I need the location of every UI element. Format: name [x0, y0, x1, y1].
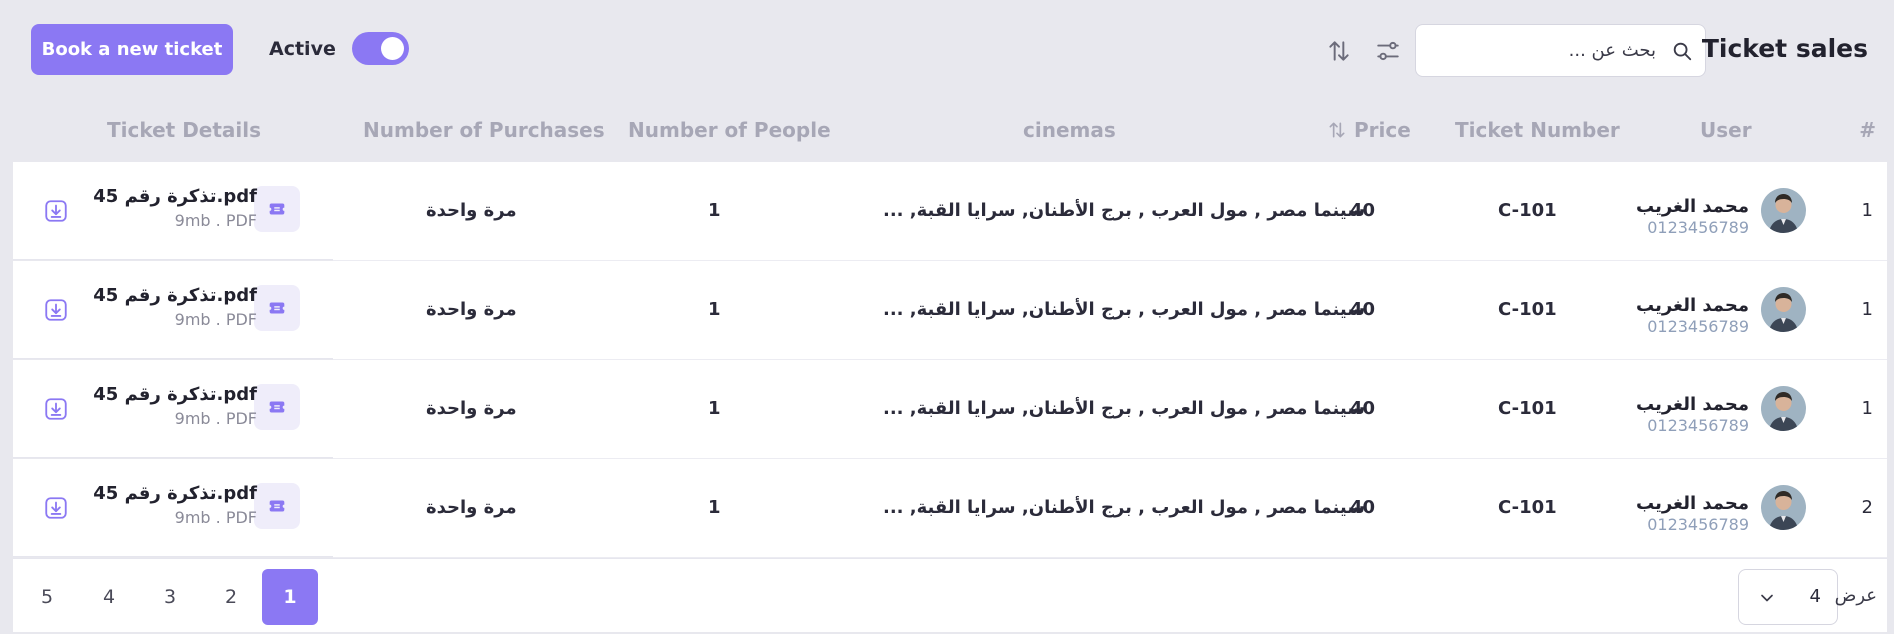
- column-header-details: Ticket Details: [107, 118, 262, 142]
- active-label: Active: [269, 38, 336, 60]
- user-name: محمد الغريب: [1636, 394, 1749, 415]
- user-name: محمد الغريب: [1636, 295, 1749, 316]
- ticket-icon: [254, 384, 300, 430]
- people-count: 1: [708, 398, 721, 419]
- cinemas: سينما مصر , مول العرب , برج الأطنان, سرا…: [883, 200, 1365, 221]
- avatar: [1761, 386, 1806, 431]
- user-phone: 0123456789: [1647, 515, 1749, 534]
- page-5[interactable]: 5: [19, 569, 75, 625]
- file-name: تذكرة رقم 45.pdf: [93, 285, 257, 306]
- row-number: 2: [1861, 497, 1873, 518]
- download-icon[interactable]: [43, 495, 69, 521]
- per-page-select[interactable]: 4: [1738, 569, 1838, 625]
- pagination-bar: 5 4 3 2 1 4 عرض: [13, 558, 1887, 632]
- column-header-price-label: Price: [1353, 118, 1411, 142]
- table-header: # User Ticket Number Price cinemas Numbe…: [0, 110, 1894, 160]
- column-header-cinemas: cinemas: [1023, 118, 1116, 142]
- active-toggle[interactable]: [352, 32, 409, 65]
- column-header-ticket-number: Ticket Number: [1455, 118, 1620, 142]
- file-size: 9mb . PDF: [174, 310, 257, 329]
- user-phone: 0123456789: [1647, 317, 1749, 336]
- purchase-count: مرة واحدة: [426, 200, 517, 221]
- ticket-number: C-101: [1498, 200, 1557, 221]
- book-new-ticket-button[interactable]: Book a new ticket: [31, 24, 233, 75]
- table-row: 1 محمد الغريب 0123456789 C-101 40 سينما …: [13, 162, 1887, 261]
- cinemas: سينما مصر , مول العرب , برج الأطنان, سرا…: [883, 299, 1365, 320]
- sliders-icon[interactable]: [1375, 38, 1401, 64]
- user-phone: 0123456789: [1647, 416, 1749, 435]
- ticket-icon: [254, 285, 300, 331]
- purchase-count: مرة واحدة: [426, 398, 517, 419]
- file-size: 9mb . PDF: [174, 508, 257, 527]
- page-title: Ticket sales: [1701, 34, 1868, 63]
- page-2[interactable]: 2: [203, 569, 259, 625]
- download-icon[interactable]: [43, 396, 69, 422]
- ticket-file[interactable]: تذكرة رقم 45.pdf 9mb . PDF: [87, 384, 257, 428]
- column-header-people: Number of People: [628, 118, 831, 142]
- table-row: 1 محمد الغريب 0123456789 C-101 40 سينما …: [13, 360, 1887, 459]
- avatar: [1761, 485, 1806, 530]
- file-name: تذكرة رقم 45.pdf: [93, 384, 257, 405]
- page-1[interactable]: 1: [262, 569, 318, 625]
- column-header-user: User: [1700, 118, 1752, 142]
- cinemas: سينما مصر , مول العرب , برج الأطنان, سرا…: [883, 398, 1365, 419]
- avatar: [1761, 188, 1806, 233]
- user-phone: 0123456789: [1647, 218, 1749, 237]
- user-name: محمد الغريب: [1636, 493, 1749, 514]
- page-4[interactable]: 4: [81, 569, 137, 625]
- ticket-icon: [254, 483, 300, 529]
- table-row: 1 محمد الغريب 0123456789 C-101 40 سينما …: [13, 261, 1887, 360]
- ticket-number: C-101: [1498, 398, 1557, 419]
- sort-icon[interactable]: [1326, 38, 1352, 64]
- file-size: 9mb . PDF: [174, 409, 257, 428]
- row-number: 1: [1861, 299, 1873, 320]
- ticket-file[interactable]: تذكرة رقم 45.pdf 9mb . PDF: [87, 186, 257, 230]
- chevron-down-icon: [1761, 594, 1773, 602]
- people-count: 1: [708, 299, 721, 320]
- show-label: عرض: [1834, 585, 1877, 606]
- search-box: [1415, 24, 1706, 77]
- people-count: 1: [708, 497, 721, 518]
- avatar: [1761, 287, 1806, 332]
- download-icon[interactable]: [43, 297, 69, 323]
- file-name: تذكرة رقم 45.pdf: [93, 186, 257, 207]
- file-size: 9mb . PDF: [174, 211, 257, 230]
- column-header-price[interactable]: Price: [1327, 118, 1411, 142]
- download-icon[interactable]: [43, 198, 69, 224]
- table-row: 2 محمد الغريب 0123456789 C-101 40 سينما …: [13, 459, 1887, 558]
- row-number: 1: [1861, 398, 1873, 419]
- row-number: 1: [1861, 200, 1873, 221]
- ticket-number: C-101: [1498, 299, 1557, 320]
- file-name: تذكرة رقم 45.pdf: [93, 483, 257, 504]
- top-bar: Book a new ticket Active Ticket sales: [0, 0, 1894, 100]
- per-page-value: 4: [1809, 586, 1821, 607]
- ticket-file[interactable]: تذكرة رقم 45.pdf 9mb . PDF: [87, 285, 257, 329]
- cinemas: سينما مصر , مول العرب , برج الأطنان, سرا…: [883, 497, 1365, 518]
- search-icon: [1673, 42, 1692, 61]
- user-name: محمد الغريب: [1636, 196, 1749, 217]
- column-header-number: #: [1859, 118, 1876, 142]
- ticket-icon: [254, 186, 300, 232]
- search-input[interactable]: [1426, 25, 1656, 76]
- ticket-file[interactable]: تذكرة رقم 45.pdf 9mb . PDF: [87, 483, 257, 527]
- table-body: 1 محمد الغريب 0123456789 C-101 40 سينما …: [13, 162, 1887, 558]
- people-count: 1: [708, 200, 721, 221]
- column-header-purchases: Number of Purchases: [363, 118, 605, 142]
- purchase-count: مرة واحدة: [426, 497, 517, 518]
- ticket-number: C-101: [1498, 497, 1557, 518]
- sort-icon[interactable]: [1327, 120, 1347, 140]
- purchase-count: مرة واحدة: [426, 299, 517, 320]
- toggle-knob: [381, 37, 404, 60]
- page-3[interactable]: 3: [142, 569, 198, 625]
